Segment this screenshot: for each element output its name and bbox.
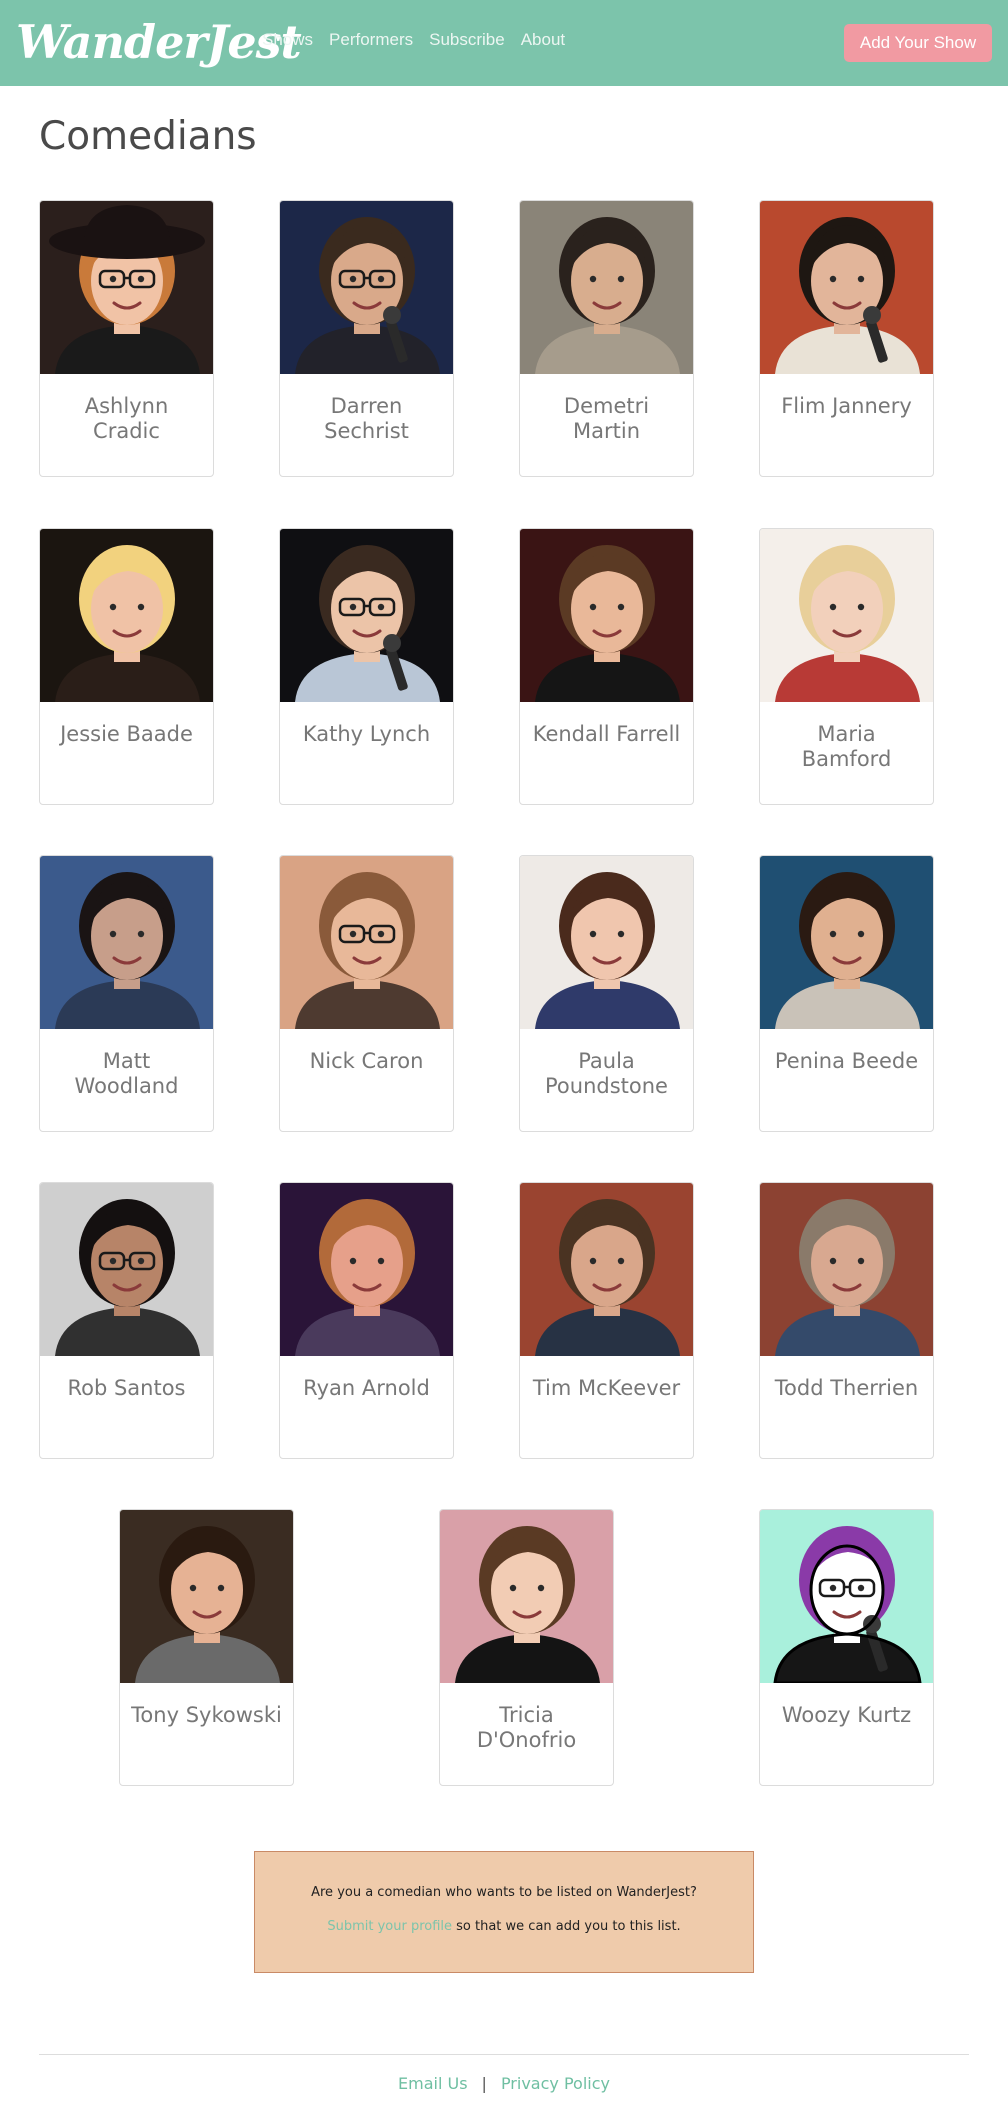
comedian-card-paula-poundstone[interactable]: Paula Poundstone (519, 855, 694, 1132)
comedian-photo-frame (760, 529, 933, 702)
comedian-photo (760, 201, 933, 374)
signup-rest-text: so that we can add you to this list. (452, 1919, 681, 1934)
comedian-photo-frame (760, 1183, 933, 1356)
comedian-photo-frame (40, 529, 213, 702)
footer-separator: | (481, 2074, 487, 2093)
comedian-photo-frame (40, 1183, 213, 1356)
signup-question: Are you a comedian who wants to be liste… (311, 1885, 697, 1900)
comedian-photo (280, 529, 453, 702)
comedian-name: Matt Woodland (74, 1049, 179, 1098)
comedian-name: Demetri Martin (563, 394, 650, 443)
comedian-card-kathy-lynch[interactable]: Kathy Lynch (279, 528, 454, 805)
comedian-photo-frame (760, 201, 933, 374)
comedian-name: Tim McKeever (532, 1376, 681, 1400)
comedian-photo-frame (440, 1510, 613, 1683)
comedian-card-matt-woodland[interactable]: Matt Woodland (39, 855, 214, 1132)
comedian-card-rob-santos[interactable]: Rob Santos (39, 1182, 214, 1459)
comedian-photo (520, 856, 693, 1029)
comedian-name: Darren Sechrist (324, 394, 409, 443)
comedian-photo-frame (280, 1183, 453, 1356)
comedian-card-tricia-d-onofrio[interactable]: Tricia D'Onofrio (439, 1509, 614, 1786)
comedian-card-tim-mckeever[interactable]: Tim McKeever (519, 1182, 694, 1459)
comedian-photo-frame (40, 201, 213, 374)
comedian-card-maria-bamford[interactable]: Maria Bamford (759, 528, 934, 805)
comedian-card-demetri-martin[interactable]: Demetri Martin (519, 200, 694, 477)
comedian-name: Paula Poundstone (545, 1049, 668, 1098)
comedian-photo (40, 1183, 213, 1356)
comedian-card-nick-caron[interactable]: Nick Caron (279, 855, 454, 1132)
comedian-photo (280, 201, 453, 374)
comedian-name: Kathy Lynch (302, 722, 431, 746)
comedian-photo (520, 1183, 693, 1356)
footer-divider (39, 2054, 969, 2055)
comedian-name: Flim Jannery (781, 394, 912, 418)
comedian-card-penina-beede[interactable]: Penina Beede (759, 855, 934, 1132)
comedian-photo-frame (120, 1510, 293, 1683)
comedian-photo-frame (280, 201, 453, 374)
comedian-name: Todd Therrien (774, 1376, 919, 1400)
comedian-photo-frame (40, 856, 213, 1029)
comedian-card-woozy-kurtz[interactable]: Woozy Kurtz (759, 1509, 934, 1786)
comedian-name: Jessie Baade (60, 722, 193, 746)
comedian-photo-frame (280, 529, 453, 702)
comedian-photo (440, 1510, 613, 1683)
comedian-name: Rob Santos (67, 1376, 186, 1400)
comedian-photo-frame (760, 856, 933, 1029)
comedian-grid: Ashlynn Cradic Darren Sechrist Demetri Mar… (0, 0, 1008, 1800)
comedian-name: Maria Bamford (801, 722, 892, 771)
comedian-card-todd-therrien[interactable]: Todd Therrien (759, 1182, 934, 1459)
signup-instructions: Submit your profile so that we can add y… (255, 1919, 753, 1934)
comedian-card-darren-sechrist[interactable]: Darren Sechrist (279, 200, 454, 477)
comedian-photo-frame (520, 529, 693, 702)
comedian-photo-frame (280, 856, 453, 1029)
signup-callout: Are you a comedian who wants to be liste… (254, 1851, 754, 1973)
comedian-name: Tony Sykowski (131, 1703, 282, 1727)
comedian-photo (120, 1510, 293, 1683)
comedian-photo-frame (520, 856, 693, 1029)
comedian-photo (520, 201, 693, 374)
comedian-name: Ashlynn Cradic (84, 394, 169, 443)
comedian-name: Kendall Farrell (532, 722, 681, 746)
comedian-card-tony-sykowski[interactable]: Tony Sykowski (119, 1509, 294, 1786)
comedian-photo (280, 1183, 453, 1356)
comedian-photo (280, 856, 453, 1029)
submit-profile-link[interactable]: Submit your profile (327, 1919, 452, 1934)
comedian-photo-frame (520, 1183, 693, 1356)
comedian-photo (520, 529, 693, 702)
comedian-photo-frame (520, 201, 693, 374)
comedian-card-kendall-farrell[interactable]: Kendall Farrell (519, 528, 694, 805)
comedian-name: Nick Caron (309, 1049, 424, 1073)
privacy-policy-link[interactable]: Privacy Policy (501, 2074, 610, 2093)
comedian-photo (760, 856, 933, 1029)
comedian-card-ashlynn-cradic[interactable]: Ashlynn Cradic (39, 200, 214, 477)
comedian-name: Woozy Kurtz (781, 1703, 912, 1727)
comedian-name: Penina Beede (774, 1049, 919, 1073)
comedian-name: Tricia D'Onofrio (476, 1703, 577, 1752)
comedian-photo (40, 856, 213, 1029)
comedian-card-ryan-arnold[interactable]: Ryan Arnold (279, 1182, 454, 1459)
comedian-photo (40, 529, 213, 702)
comedian-photo (40, 201, 213, 374)
comedian-photo (760, 529, 933, 702)
comedian-photo (760, 1183, 933, 1356)
comedian-card-jessie-baade[interactable]: Jessie Baade (39, 528, 214, 805)
comedian-photo (760, 1510, 933, 1683)
comedian-card-flim-jannery[interactable]: Flim Jannery (759, 200, 934, 477)
email-us-link[interactable]: Email Us (398, 2074, 468, 2093)
site-footer: Email Us | Privacy Policy (0, 2074, 1008, 2093)
comedian-name: Ryan Arnold (303, 1376, 430, 1400)
comedian-photo-frame (760, 1510, 933, 1683)
